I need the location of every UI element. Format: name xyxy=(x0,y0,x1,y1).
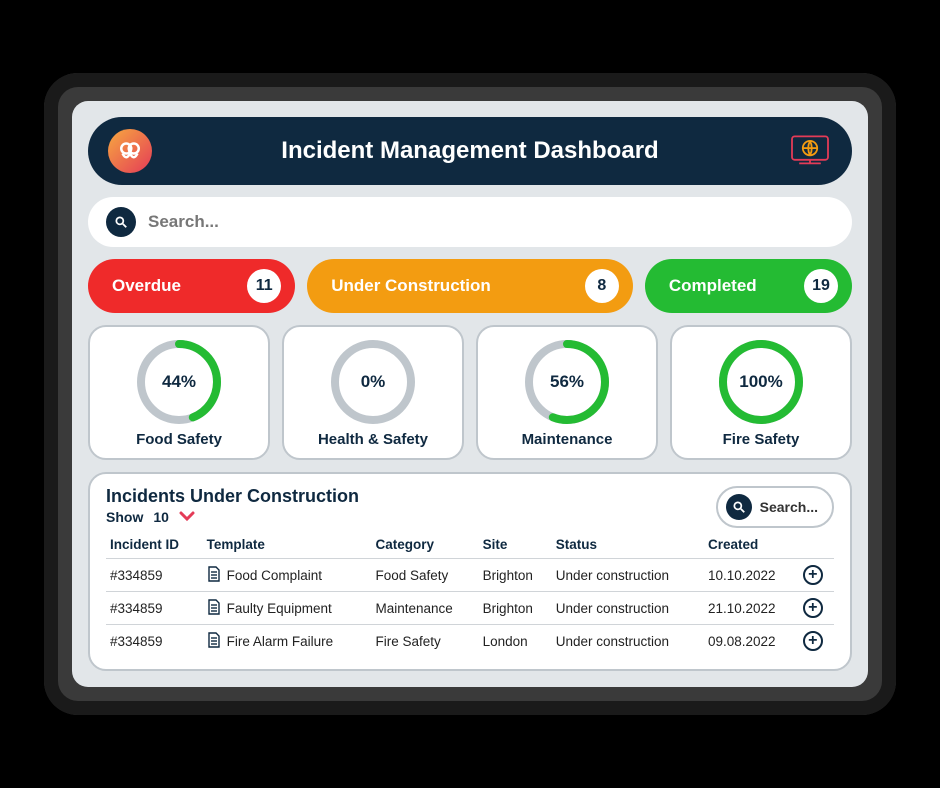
table-row: #334859Fire Alarm FailureFire SafetyLond… xyxy=(106,625,834,658)
search-icon xyxy=(106,207,136,237)
cell-site: Brighton xyxy=(479,592,552,625)
gauges-row: 44% Food Safety 0% Health & Safety 56% Mainte… xyxy=(88,325,852,460)
cell-incident-id: #334859 xyxy=(106,625,203,658)
incidents-table-card: Incidents Under Construction Show 10 Sea… xyxy=(88,472,852,671)
table-search-bar[interactable]: Search... xyxy=(716,486,834,528)
table-row: #334859Faulty EquipmentMaintenanceBright… xyxy=(106,592,834,625)
gauge-label: Maintenance xyxy=(522,431,613,448)
expand-row-button[interactable]: + xyxy=(803,598,823,618)
gauge-card[interactable]: 56% Maintenance xyxy=(476,325,658,460)
cell-created: 10.10.2022 xyxy=(704,559,799,592)
column-header: Category xyxy=(372,533,479,559)
cell-status: Under construction xyxy=(552,592,704,625)
gauge-card[interactable]: 0% Health & Safety xyxy=(282,325,464,460)
cell-status: Under construction xyxy=(552,625,704,658)
cell-category: Food Safety xyxy=(372,559,479,592)
chevron-down-icon xyxy=(179,509,195,525)
cell-incident-id: #334859 xyxy=(106,559,203,592)
gauge-label: Food Safety xyxy=(136,431,222,448)
gauge-ring: 44% xyxy=(136,339,222,425)
cell-status: Under construction xyxy=(552,559,704,592)
expand-row-button[interactable]: + xyxy=(803,565,823,585)
pill-count-badge: 8 xyxy=(585,269,619,303)
cell-template: Fire Alarm Failure xyxy=(203,625,372,658)
search-icon xyxy=(726,494,752,520)
table-row: #334859Food ComplaintFood SafetyBrighton… xyxy=(106,559,834,592)
gauge-ring: 56% xyxy=(524,339,610,425)
app-screen: Incident Management Dashboard Overdue 11 U… xyxy=(72,101,868,687)
show-value: 10 xyxy=(153,509,169,525)
document-icon xyxy=(207,599,221,618)
gauge-percent: 56% xyxy=(524,339,610,425)
gauge-card[interactable]: 100% Fire Safety xyxy=(670,325,852,460)
incidents-table: Incident IDTemplateCategorySiteStatusCre… xyxy=(106,533,834,657)
gauge-label: Health & Safety xyxy=(318,431,428,448)
document-icon xyxy=(207,566,221,585)
status-pills-row: Overdue 11 Under Construction 8 Completed 19 xyxy=(88,259,852,313)
cell-template: Food Complaint xyxy=(203,559,372,592)
pill-count-badge: 19 xyxy=(804,269,838,303)
gauge-label: Fire Safety xyxy=(723,431,800,448)
page-title: Incident Management Dashboard xyxy=(281,137,658,165)
column-header: Template xyxy=(203,533,372,559)
pill-label: Overdue xyxy=(112,276,181,296)
cell-created: 21.10.2022 xyxy=(704,592,799,625)
tablet-frame: Incident Management Dashboard Overdue 11 U… xyxy=(44,73,896,715)
table-title: Incidents Under Construction xyxy=(106,486,359,507)
gauge-percent: 100% xyxy=(718,339,804,425)
pill-label: Under Construction xyxy=(331,276,491,296)
cell-category: Maintenance xyxy=(372,592,479,625)
pill-label: Completed xyxy=(669,276,757,296)
cell-site: Brighton xyxy=(479,559,552,592)
document-icon xyxy=(207,632,221,651)
cell-site: London xyxy=(479,625,552,658)
app-logo-icon xyxy=(108,129,152,173)
dashboard-globe-icon xyxy=(788,131,832,172)
column-header: Site xyxy=(479,533,552,559)
status-pill[interactable]: Under Construction 8 xyxy=(307,259,633,313)
show-label: Show xyxy=(106,509,143,525)
column-header: Created xyxy=(704,533,799,559)
gauge-card[interactable]: 44% Food Safety xyxy=(88,325,270,460)
cell-template: Faulty Equipment xyxy=(203,592,372,625)
search-input[interactable] xyxy=(148,212,834,232)
cell-incident-id: #334859 xyxy=(106,592,203,625)
table-search-placeholder: Search... xyxy=(760,499,818,515)
cell-created: 09.08.2022 xyxy=(704,625,799,658)
column-header: Incident ID xyxy=(106,533,203,559)
column-header: Status xyxy=(552,533,704,559)
status-pill[interactable]: Completed 19 xyxy=(645,259,852,313)
status-pill[interactable]: Overdue 11 xyxy=(88,259,295,313)
gauge-ring: 0% xyxy=(330,339,416,425)
main-search-bar[interactable] xyxy=(88,197,852,247)
show-rows-selector[interactable]: Show 10 xyxy=(106,509,359,525)
cell-category: Fire Safety xyxy=(372,625,479,658)
gauge-ring: 100% xyxy=(718,339,804,425)
pill-count-badge: 11 xyxy=(247,269,281,303)
header-bar: Incident Management Dashboard xyxy=(88,117,852,185)
gauge-percent: 44% xyxy=(136,339,222,425)
gauge-percent: 0% xyxy=(330,339,416,425)
expand-row-button[interactable]: + xyxy=(803,631,823,651)
